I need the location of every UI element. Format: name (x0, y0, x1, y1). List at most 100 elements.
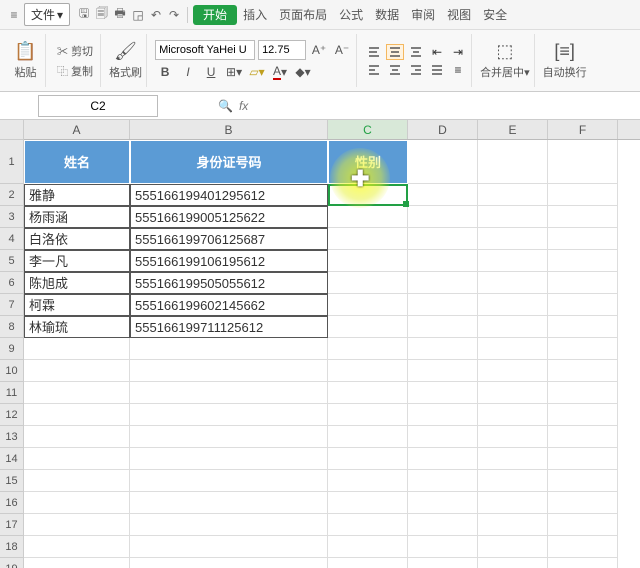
align-right-button[interactable] (407, 62, 425, 78)
cell-E18[interactable] (478, 536, 548, 558)
cell-F15[interactable] (548, 470, 618, 492)
cell-E8[interactable] (478, 316, 548, 338)
cell-E4[interactable] (478, 228, 548, 250)
tab-页面布局[interactable]: 页面布局 (273, 5, 333, 25)
font-size-input[interactable] (258, 40, 306, 60)
cell-E10[interactable] (478, 360, 548, 382)
cell-B11[interactable] (130, 382, 328, 404)
row-header-11[interactable]: 11 (0, 382, 24, 404)
cell-A14[interactable] (24, 448, 130, 470)
row-header-8[interactable]: 8 (0, 316, 24, 338)
col-header-D[interactable]: D (408, 120, 478, 139)
cell-F5[interactable] (548, 250, 618, 272)
cell-B16[interactable] (130, 492, 328, 514)
cell-F12[interactable] (548, 404, 618, 426)
cell-D6[interactable] (408, 272, 478, 294)
tab-审阅[interactable]: 审阅 (405, 5, 441, 25)
row-header-1[interactable]: 1 (0, 140, 24, 184)
format-painter-group[interactable]: 🖌 格式刷 (105, 34, 147, 87)
row-header-17[interactable]: 17 (0, 514, 24, 536)
tab-公式[interactable]: 公式 (333, 5, 369, 25)
cell-F19[interactable] (548, 558, 618, 568)
cell-C7[interactable] (328, 294, 408, 316)
cell-D16[interactable] (408, 492, 478, 514)
cell-C9[interactable] (328, 338, 408, 360)
cell-D4[interactable] (408, 228, 478, 250)
cell-E17[interactable] (478, 514, 548, 536)
cut-button[interactable]: ✂ 剪切 (54, 42, 96, 60)
align-top-button[interactable] (365, 44, 383, 60)
bold-button[interactable]: B (155, 62, 175, 82)
cell-A1[interactable]: 姓名 (24, 140, 130, 184)
row-header-6[interactable]: 6 (0, 272, 24, 294)
cell-D11[interactable] (408, 382, 478, 404)
file-menu[interactable]: 文件 ▾ (24, 3, 70, 26)
cell-C18[interactable] (328, 536, 408, 558)
redo-icon[interactable]: ↷ (166, 8, 182, 22)
align-left-button[interactable] (365, 62, 383, 78)
cell-C3[interactable] (328, 206, 408, 228)
indent-increase-button[interactable]: ⇥ (449, 44, 467, 60)
cell-C11[interactable] (328, 382, 408, 404)
cell-A15[interactable] (24, 470, 130, 492)
cell-A3[interactable]: 杨雨涵 (24, 206, 130, 228)
cell-A10[interactable] (24, 360, 130, 382)
cell-B15[interactable] (130, 470, 328, 492)
cell-A19[interactable] (24, 558, 130, 568)
font-color-button[interactable]: A▾ (270, 62, 290, 82)
cell-B10[interactable] (130, 360, 328, 382)
cell-E7[interactable] (478, 294, 548, 316)
cell-F8[interactable] (548, 316, 618, 338)
name-box[interactable] (38, 95, 158, 117)
cell-F16[interactable] (548, 492, 618, 514)
cell-E12[interactable] (478, 404, 548, 426)
col-header-F[interactable]: F (548, 120, 618, 139)
cell-D9[interactable] (408, 338, 478, 360)
cell-C16[interactable] (328, 492, 408, 514)
cell-F4[interactable] (548, 228, 618, 250)
cell-B13[interactable] (130, 426, 328, 448)
cell-B19[interactable] (130, 558, 328, 568)
cell-C14[interactable] (328, 448, 408, 470)
decrease-font-icon[interactable]: A⁻ (332, 40, 352, 60)
cell-B7[interactable]: 555166199602145662 (130, 294, 328, 316)
print-icon[interactable]: 🖶 (112, 4, 128, 25)
spreadsheet-grid[interactable]: ABCDEF 1234567891011121314151617181920 姓… (0, 120, 640, 568)
row-header-18[interactable]: 18 (0, 536, 24, 558)
underline-button[interactable]: U (201, 62, 221, 82)
border-button[interactable]: ⊞▾ (224, 62, 244, 82)
row-header-4[interactable]: 4 (0, 228, 24, 250)
cell-C15[interactable] (328, 470, 408, 492)
menu-icon[interactable]: ≡ (6, 8, 22, 22)
cell-A13[interactable] (24, 426, 130, 448)
cell-E13[interactable] (478, 426, 548, 448)
cell-E2[interactable] (478, 184, 548, 206)
save-icon[interactable]: 🖫 (76, 4, 92, 25)
cell-A17[interactable] (24, 514, 130, 536)
font-name-input[interactable] (155, 40, 255, 60)
tab-安全[interactable]: 安全 (477, 5, 513, 25)
cell-E15[interactable] (478, 470, 548, 492)
cell-C19[interactable] (328, 558, 408, 568)
cell-A9[interactable] (24, 338, 130, 360)
row-headers[interactable]: 1234567891011121314151617181920 (0, 140, 24, 568)
cell-C8[interactable] (328, 316, 408, 338)
distribute-button[interactable]: ≡ (449, 62, 467, 78)
row-header-12[interactable]: 12 (0, 404, 24, 426)
cell-F7[interactable] (548, 294, 618, 316)
cell-E9[interactable] (478, 338, 548, 360)
cell-A7[interactable]: 柯霖 (24, 294, 130, 316)
italic-button[interactable]: I (178, 62, 198, 82)
align-justify-button[interactable] (428, 62, 446, 78)
wrap-group[interactable]: [≡] 自动换行 (539, 34, 591, 87)
cell-F10[interactable] (548, 360, 618, 382)
cell-D5[interactable] (408, 250, 478, 272)
cell-A6[interactable]: 陈旭成 (24, 272, 130, 294)
cell-E1[interactable] (478, 140, 548, 184)
save-as-icon[interactable]: 🗐 (94, 4, 110, 25)
cell-E14[interactable] (478, 448, 548, 470)
cell-A5[interactable]: 李一凡 (24, 250, 130, 272)
fx-icon[interactable]: fx (239, 99, 248, 113)
align-center-button[interactable] (386, 62, 404, 78)
row-header-3[interactable]: 3 (0, 206, 24, 228)
